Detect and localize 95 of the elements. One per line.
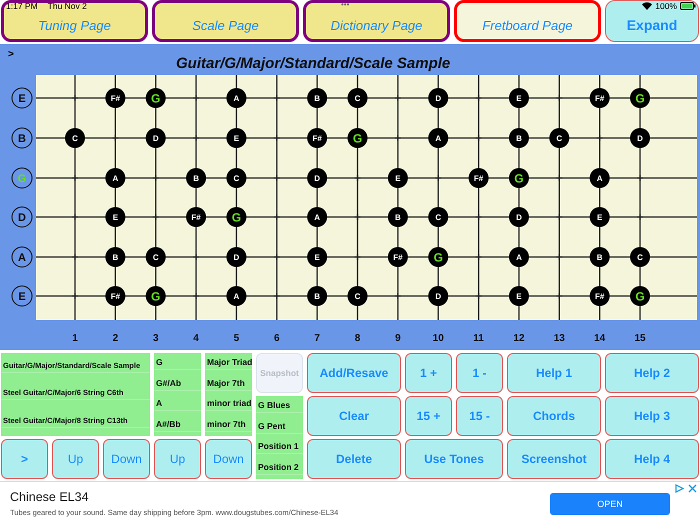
note-dot[interactable]: E [508, 88, 529, 108]
note-dot[interactable]: C [348, 88, 368, 108]
note-dot[interactable]: D [508, 207, 529, 227]
ad-choices-icon[interactable] [675, 484, 697, 493]
multitask-dots[interactable]: ••• [341, 0, 350, 9]
note-dot[interactable]: G [348, 128, 368, 148]
note-dot[interactable]: E [388, 168, 408, 188]
note-dot[interactable]: A [307, 207, 328, 227]
fret-number: 15 [634, 333, 646, 344]
status-time: 1:17 PM [6, 1, 38, 11]
fret-number: 10 [432, 333, 444, 344]
note-dot[interactable]: B [307, 286, 328, 306]
fret-number: 6 [274, 333, 280, 344]
note-dot[interactable]: A [105, 168, 126, 188]
list-item[interactable]: A [154, 398, 201, 412]
fret-number: 3 [152, 333, 158, 344]
note-dot[interactable]: C [549, 128, 570, 148]
fret-number: 2 [112, 333, 118, 344]
list-item[interactable]: minor triad [205, 398, 252, 412]
note-dot[interactable]: C [630, 247, 650, 267]
list-item[interactable]: G#/Ab [154, 378, 201, 391]
note-dot[interactable]: D [146, 128, 166, 148]
string-label[interactable]: D [12, 206, 32, 228]
note-dot[interactable]: G [428, 247, 448, 267]
note-dot[interactable]: E [508, 286, 529, 306]
string-label[interactable]: B [12, 128, 32, 148]
fret-number: 14 [594, 333, 606, 344]
note-dot[interactable]: B [590, 247, 610, 267]
note-dot[interactable]: F# [105, 88, 126, 108]
note-dot[interactable]: E [307, 247, 328, 267]
status-date: Thu Nov 2 [48, 1, 87, 11]
battery-percent: 100% [655, 1, 677, 11]
note-dot[interactable]: F# [388, 247, 408, 267]
list-item[interactable]: Position 1 [256, 441, 303, 454]
note-dot[interactable]: E [590, 207, 610, 227]
note-dot[interactable]: G [146, 286, 166, 306]
note-dot[interactable]: F# [590, 286, 610, 306]
note-dot[interactable]: F# [105, 286, 126, 306]
note-dot[interactable]: D [428, 286, 448, 306]
note-dot[interactable]: F# [590, 88, 610, 108]
ad-title: Chinese EL34 [10, 490, 90, 504]
battery-icon [680, 2, 696, 10]
list-item[interactable]: Major Triad [205, 356, 252, 370]
fret-number: 11 [473, 333, 484, 344]
list-item[interactable]: G Blues [256, 400, 303, 413]
note-dot[interactable]: C [226, 168, 246, 188]
fret-number: 1 [72, 333, 78, 344]
note-dot[interactable]: B [186, 168, 206, 188]
list-item[interactable]: Position 2 [256, 462, 303, 476]
fret-number: 9 [395, 333, 401, 344]
note-dot[interactable]: D [428, 88, 448, 108]
note-dot[interactable]: F# [307, 128, 328, 148]
fretboard-title: Guitar/G/Major/Standard/Scale Sample [176, 55, 450, 72]
note-dot[interactable]: B [307, 88, 328, 108]
note-dot[interactable]: B [508, 128, 529, 148]
note-dot[interactable]: G [146, 88, 166, 108]
note-dot[interactable]: E [226, 128, 246, 148]
fret-number: 4 [193, 333, 199, 344]
note-dot[interactable]: A [590, 168, 610, 188]
note-dot[interactable]: F# [186, 207, 206, 227]
list-item[interactable]: A#/Bb [154, 419, 201, 432]
note-dot[interactable]: E [105, 207, 126, 227]
note-dot[interactable]: F# [468, 168, 489, 188]
note-dot[interactable]: G [630, 286, 650, 306]
list-item[interactable]: G Pent [256, 420, 303, 434]
note-dot[interactable]: C [65, 128, 85, 148]
note-dot[interactable]: A [226, 88, 246, 108]
list-item[interactable]: Major 7th [205, 378, 252, 391]
note-dot[interactable]: D [630, 128, 650, 148]
note-dot[interactable]: C [348, 286, 368, 306]
list-item[interactable]: minor 7th [205, 419, 252, 432]
note-dot[interactable]: B [388, 207, 408, 227]
fret-number: 8 [354, 333, 360, 344]
fret-number: 5 [234, 333, 240, 344]
note-dot[interactable]: A [508, 247, 529, 267]
note-dot[interactable]: B [105, 247, 126, 267]
fret-number: 12 [513, 333, 525, 344]
toggle-button[interactable]: > [6, 50, 16, 60]
note-dot[interactable]: D [226, 247, 246, 267]
note-dot[interactable]: G [226, 207, 246, 227]
list-item[interactable]: G [154, 356, 201, 370]
note-dot[interactable]: A [226, 286, 246, 306]
note-dot[interactable]: C [146, 247, 166, 267]
note-dot[interactable]: D [307, 168, 328, 188]
string-label[interactable]: E [12, 286, 32, 306]
fret-number: 13 [554, 333, 565, 344]
note-dot[interactable]: A [428, 128, 448, 148]
open-button[interactable]: OPEN [550, 492, 670, 514]
wifi-icon [642, 2, 652, 10]
note-dot[interactable]: C [428, 207, 448, 227]
note-dot[interactable]: G [630, 88, 650, 108]
string-label[interactable]: E [12, 88, 32, 108]
fret-number: 7 [314, 333, 320, 344]
note-dot[interactable]: G [508, 168, 529, 188]
string-label[interactable]: A [12, 246, 32, 268]
